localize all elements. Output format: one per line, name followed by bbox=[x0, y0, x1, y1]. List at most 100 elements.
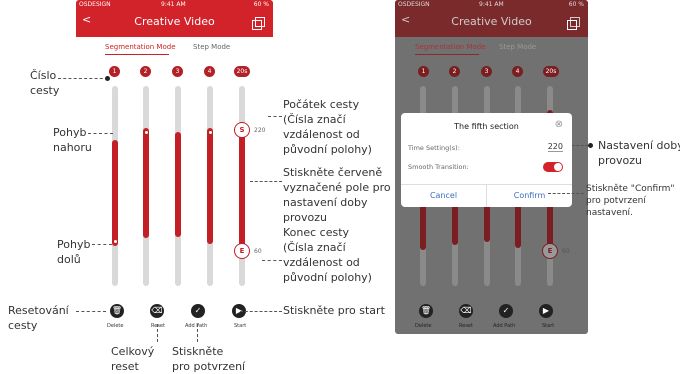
eraser-icon[interactable]: ⌫ bbox=[459, 304, 473, 318]
leader-line bbox=[548, 193, 584, 194]
path-badge-1[interactable]: 1 bbox=[109, 66, 120, 77]
path-segment-5[interactable] bbox=[239, 128, 245, 252]
path-segment-2[interactable] bbox=[143, 128, 149, 238]
segment-end-dot bbox=[144, 131, 148, 134]
path-badge-2[interactable]: 2 bbox=[140, 66, 151, 77]
tab-active-underline bbox=[105, 54, 169, 55]
delete-label: Delete bbox=[415, 323, 432, 329]
path-badge-1[interactable]: 1 bbox=[418, 66, 429, 77]
status-time: 9:41 AM bbox=[479, 1, 504, 8]
path-segment-1[interactable] bbox=[420, 200, 426, 250]
annotation-line: Stiskněte "Confirm" bbox=[586, 184, 675, 194]
app-header: OSDESIGN 9:41 AM 60 % < Creative Video bbox=[76, 0, 273, 37]
window-icon[interactable] bbox=[252, 17, 265, 30]
delete-label: Delete bbox=[107, 323, 124, 329]
status-carrier: OSDESIGN bbox=[79, 1, 111, 8]
annotation-line: pro potvrzení bbox=[172, 360, 246, 373]
path-segment-1[interactable] bbox=[112, 140, 118, 246]
end-marker[interactable]: E bbox=[542, 243, 558, 259]
start-marker[interactable]: S bbox=[234, 122, 250, 138]
annotation-konec: Konec cesty (Čísla značí vzdálenost od p… bbox=[283, 225, 372, 285]
annotation-line: dolů bbox=[57, 253, 81, 266]
close-icon[interactable]: ⊗ bbox=[555, 119, 563, 130]
tab-segmentation-mode[interactable]: Segmentation Mode bbox=[415, 43, 486, 51]
leader-dot bbox=[588, 143, 593, 148]
annotation-pohyb-dolu: Pohyb dolů bbox=[57, 237, 90, 267]
annotation-line: Stiskněte červeně bbox=[283, 166, 383, 179]
annotation-line: Nastavení doby bbox=[598, 139, 680, 152]
annotation-line: Resetování bbox=[8, 304, 69, 317]
status-time: 9:41 AM bbox=[161, 1, 186, 8]
path-badge-2[interactable]: 2 bbox=[449, 66, 460, 77]
phone-screen-dialog: OSDESIGN 9:41 AM 60 % < Creative Video S… bbox=[395, 0, 588, 334]
tab-step-mode[interactable]: Step Mode bbox=[499, 43, 536, 51]
annotation-line: cesty bbox=[8, 319, 38, 332]
annotation-line: vyznačené pole pro bbox=[283, 181, 391, 194]
path-segment-4[interactable] bbox=[515, 200, 521, 248]
window-icon[interactable] bbox=[567, 17, 580, 30]
annotation-resetovani: Resetování cesty bbox=[8, 303, 69, 333]
tab-segmentation-mode[interactable]: Segmentation Mode bbox=[105, 43, 176, 51]
path-badge-3[interactable]: 3 bbox=[172, 66, 183, 77]
annotation-cislo-cesty: Číslo cesty bbox=[30, 68, 59, 98]
annotation-pocatek: Počátek cesty (Čísla značí vzdálenost od… bbox=[283, 97, 372, 157]
annotation-line: (Čísla značí bbox=[283, 241, 346, 254]
path-segment-3[interactable] bbox=[175, 132, 181, 237]
end-value: 60 bbox=[562, 248, 570, 255]
annotation-line: vzdálenost od bbox=[283, 128, 360, 141]
tab-active-underline bbox=[415, 54, 479, 55]
annotation-pohyb-nahoru: Pohyb nahoru bbox=[53, 125, 92, 155]
smooth-transition-label: Smooth Transition: bbox=[408, 163, 469, 171]
cancel-button[interactable]: Cancel bbox=[401, 191, 486, 200]
path-badge-3[interactable]: 3 bbox=[481, 66, 492, 77]
annotation-line: cesty bbox=[30, 84, 60, 97]
leader-line bbox=[157, 324, 158, 342]
leader-line bbox=[58, 78, 108, 79]
annotation-line: Pohyb bbox=[53, 126, 87, 139]
leader-line bbox=[76, 311, 106, 312]
check-icon[interactable]: ✓ bbox=[499, 304, 513, 318]
path-badge-4[interactable]: 4 bbox=[204, 66, 215, 77]
annotation-start: Stiskněte pro start bbox=[283, 304, 385, 317]
annotation-potvrzeni: Stiskněte pro potvrzení bbox=[172, 344, 245, 374]
path-segment-4[interactable] bbox=[207, 128, 213, 244]
trash-icon[interactable]: 🗑 bbox=[419, 304, 433, 318]
path-badge-4[interactable]: 4 bbox=[512, 66, 523, 77]
leader-line bbox=[268, 116, 282, 117]
trash-icon[interactable]: 🗑 bbox=[110, 304, 124, 318]
annotation-line: původní polohy) bbox=[283, 143, 372, 156]
leader-line bbox=[197, 324, 198, 342]
eraser-icon[interactable]: ⌫ bbox=[150, 304, 164, 318]
annotation-line: Číslo bbox=[30, 69, 57, 82]
annotation-line: nahoru bbox=[53, 141, 92, 154]
annotation-line: Konec cesty bbox=[283, 226, 350, 239]
leader-line bbox=[250, 181, 282, 182]
annotation-line: nastavení. bbox=[586, 208, 633, 218]
page-title: Creative Video bbox=[451, 15, 532, 28]
segment-end-dot bbox=[113, 240, 117, 243]
status-battery: 60 % bbox=[253, 1, 269, 8]
add-path-label: Add Path bbox=[493, 323, 516, 329]
segment-end-dot bbox=[208, 131, 212, 134]
annotation-line: vzdálenost od bbox=[283, 256, 360, 269]
leader-line bbox=[262, 260, 282, 261]
annotation-line: Pohyb bbox=[57, 238, 91, 251]
leader-line bbox=[240, 311, 282, 312]
annotation-line: (Čísla značí bbox=[283, 113, 346, 126]
path-badge-5[interactable]: 20s bbox=[234, 66, 250, 77]
start-label: Start bbox=[542, 323, 555, 329]
time-setting-dialog: The fifth section ⊗ Time Setting(s): 220… bbox=[401, 113, 572, 207]
play-icon[interactable]: ▶ bbox=[539, 304, 553, 318]
annotation-line: pro potvrzení bbox=[586, 196, 646, 206]
leader-dot bbox=[105, 76, 110, 81]
smooth-transition-toggle[interactable] bbox=[543, 162, 563, 172]
path-badge-5[interactable]: 20s bbox=[543, 66, 559, 77]
end-marker[interactable]: E bbox=[234, 243, 250, 259]
annotation-confirm-note: Stiskněte "Confirm" pro potvrzení nastav… bbox=[586, 183, 675, 219]
tab-step-mode[interactable]: Step Mode bbox=[193, 43, 230, 51]
check-icon[interactable]: ✓ bbox=[191, 304, 205, 318]
leader-line bbox=[92, 244, 112, 245]
annotation-line: Stiskněte bbox=[172, 345, 224, 358]
time-setting-input[interactable]: 220 bbox=[547, 142, 563, 152]
annotation-line: nastavení doby bbox=[283, 196, 368, 209]
